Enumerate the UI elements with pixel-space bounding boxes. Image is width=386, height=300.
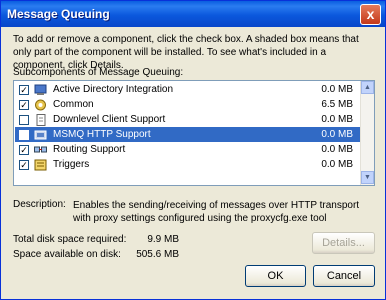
- available-disk-value: 505.6 MB: [136, 249, 179, 260]
- item-size: 0.0 MB: [321, 159, 353, 170]
- http-support-icon: [34, 129, 47, 141]
- close-button[interactable]: x: [360, 4, 381, 25]
- item-label: Downlevel Client Support: [53, 114, 166, 125]
- item-size: 0.0 MB: [321, 114, 353, 125]
- ok-button[interactable]: OK: [245, 265, 306, 287]
- item-size: 0.0 MB: [321, 84, 353, 95]
- title-bar[interactable]: Message Queuing x: [1, 1, 385, 27]
- list-item-common[interactable]: ✓ Common 6.5 MB: [15, 97, 361, 112]
- item-label: Active Directory Integration: [53, 84, 174, 95]
- subcomponents-label: Subcomponents of Message Queuing:: [13, 67, 184, 78]
- routing-icon: [34, 144, 47, 156]
- item-label: Triggers: [53, 159, 90, 170]
- cancel-button[interactable]: Cancel: [313, 265, 375, 287]
- common-icon: [34, 99, 47, 111]
- list-item-triggers[interactable]: ✓ Triggers 0.0 MB: [15, 157, 361, 172]
- scroll-down-button[interactable]: ▼: [361, 171, 374, 184]
- list-item-active-directory[interactable]: ✓ Active Directory Integration 0.0 MB: [15, 82, 361, 97]
- list-item-msmq-http-support[interactable]: MSMQ HTTP Support 0.0 MB: [15, 127, 361, 142]
- scroll-up-button[interactable]: ▲: [361, 81, 374, 94]
- triggers-icon: [34, 159, 47, 171]
- description-label: Description:: [13, 199, 66, 210]
- item-label: MSMQ HTTP Support: [53, 129, 151, 140]
- details-button[interactable]: Details...: [312, 232, 375, 254]
- item-size: 0.0 MB: [321, 144, 353, 155]
- checkbox-checked[interactable]: ✓: [19, 84, 29, 95]
- list-item-downlevel-client[interactable]: Downlevel Client Support 0.0 MB: [15, 112, 361, 127]
- checkbox-checked[interactable]: ✓: [19, 144, 29, 155]
- item-label: Routing Support: [53, 144, 126, 155]
- total-disk-value: 9.9 MB: [147, 234, 179, 245]
- active-directory-icon: [34, 84, 47, 96]
- vertical-scrollbar[interactable]: ▲ ▼: [360, 81, 374, 185]
- document-icon: [34, 113, 47, 126]
- window-title: Message Queuing: [7, 7, 110, 21]
- checkbox-unchecked[interactable]: [19, 129, 29, 140]
- list-item-routing-support[interactable]: ✓ Routing Support 0.0 MB: [15, 142, 361, 157]
- checkbox-checked[interactable]: ✓: [19, 159, 29, 170]
- item-size: 6.5 MB: [321, 99, 353, 110]
- description-text: Enables the sending/receiving of message…: [73, 200, 360, 224]
- item-size: 0.0 MB: [321, 129, 353, 140]
- checkbox-checked[interactable]: ✓: [19, 99, 29, 110]
- subcomponents-list[interactable]: ✓ Active Directory Integration 0.0 MB ✓ …: [13, 80, 375, 186]
- available-disk-label: Space available on disk:: [13, 249, 121, 260]
- total-disk-label: Total disk space required:: [13, 234, 127, 245]
- close-icon: x: [366, 6, 375, 22]
- dialog-window: Message Queuing x To add or remove a com…: [0, 0, 386, 300]
- item-label: Common: [53, 99, 94, 110]
- checkbox-unchecked[interactable]: [19, 114, 29, 125]
